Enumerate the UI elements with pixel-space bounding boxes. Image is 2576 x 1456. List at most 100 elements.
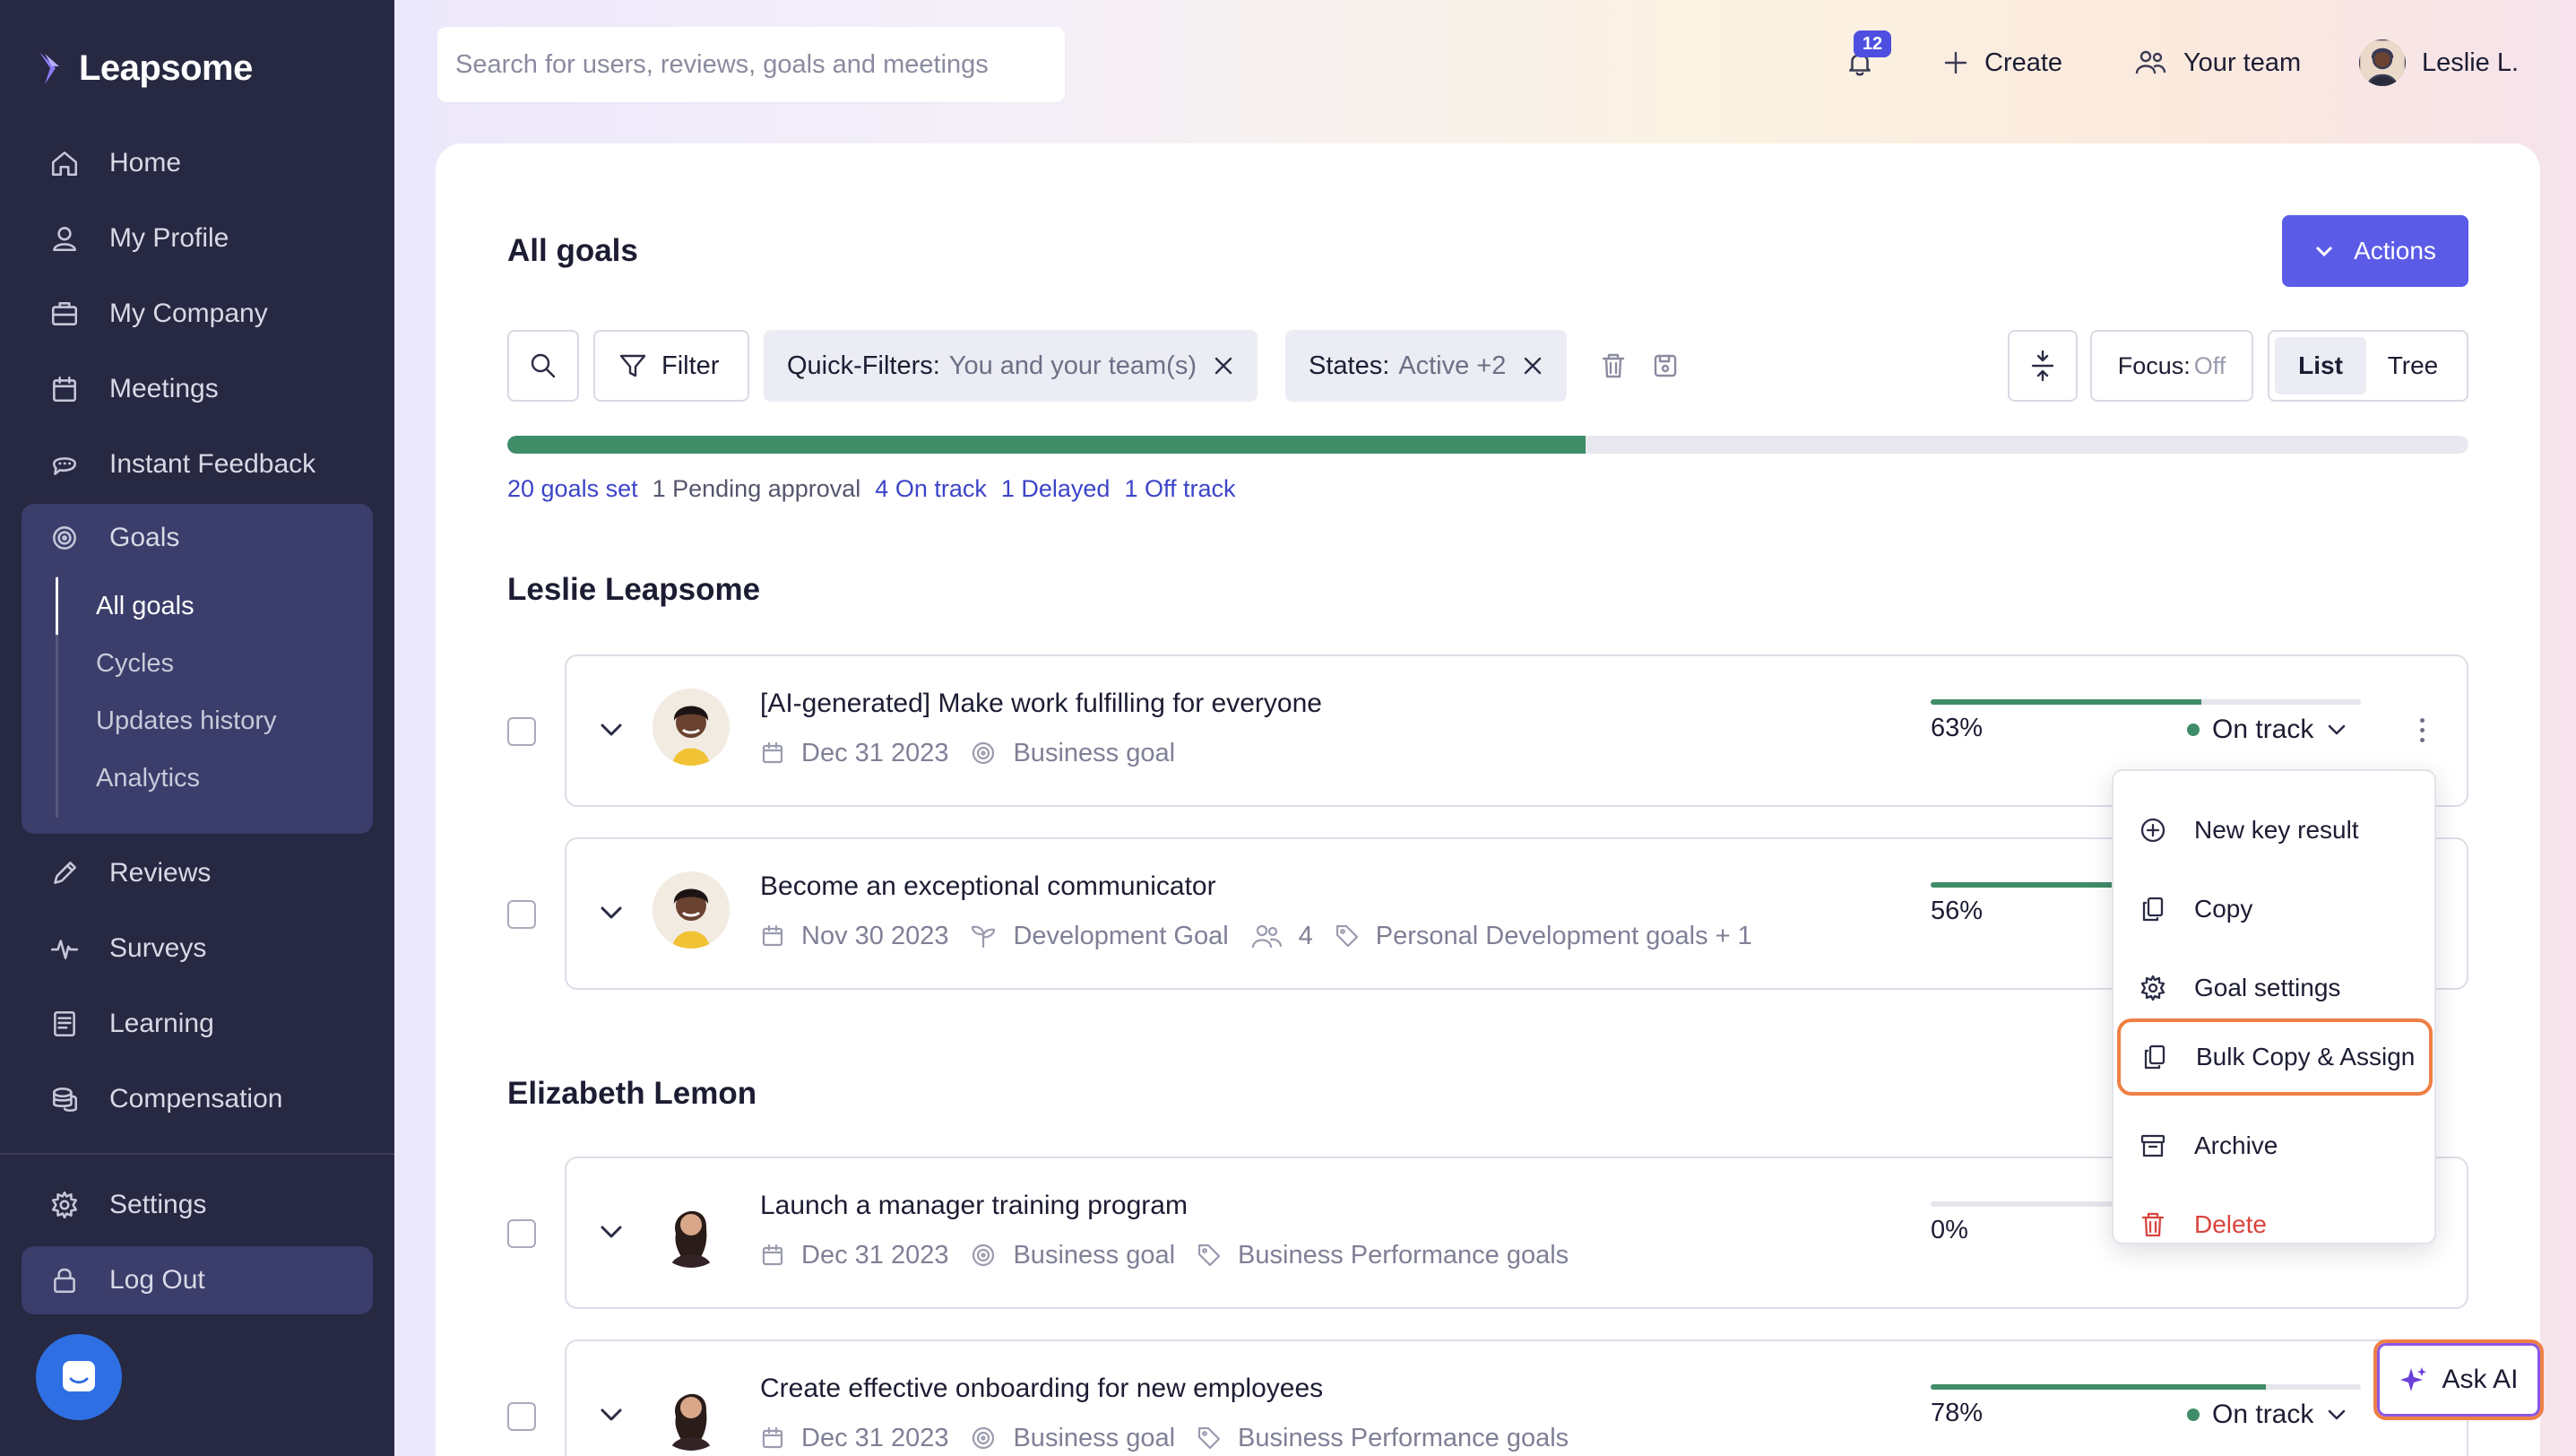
expand-chevron-icon[interactable] bbox=[593, 1214, 629, 1250]
your-team-button[interactable]: Your team bbox=[2133, 34, 2301, 91]
sidebar-item-settings[interactable]: Settings bbox=[22, 1171, 373, 1239]
menu-copy[interactable]: Copy bbox=[2119, 873, 2429, 945]
goal-meta: Dec 31 2023 Business goal Business Perfo… bbox=[760, 1237, 1569, 1273]
chevron-down-icon bbox=[2329, 1409, 2346, 1420]
sidebar-item-compensation[interactable]: Compensation bbox=[22, 1065, 373, 1133]
sidebar-item-log-out[interactable]: Log Out bbox=[22, 1246, 373, 1314]
goal-progress-percent: 78% bbox=[1931, 1399, 1984, 1427]
owner-heading: Leslie Leapsome bbox=[507, 572, 761, 607]
sidebar-item-home[interactable]: Home bbox=[22, 129, 373, 197]
stat-delayed[interactable]: 1 Delayed bbox=[1001, 475, 1111, 511]
sidebar: Leapsome Home My Profile My Company Meet… bbox=[0, 0, 394, 1456]
sidebar-item-reviews[interactable]: Reviews bbox=[22, 839, 373, 907]
goal-meta: Dec 31 2023 Business goal Business Perfo… bbox=[760, 1420, 1569, 1456]
participant-count: 4 bbox=[1298, 921, 1313, 950]
goal-checkbox[interactable] bbox=[507, 1402, 536, 1431]
actions-button[interactable]: Actions bbox=[2282, 215, 2468, 287]
sprout-icon bbox=[972, 925, 996, 949]
gear-icon bbox=[2140, 975, 2165, 1001]
menu-archive[interactable]: Archive bbox=[2119, 1110, 2429, 1182]
calendar-icon bbox=[762, 924, 783, 947]
close-icon[interactable] bbox=[1213, 355, 1234, 377]
quick-filters-chip[interactable]: Quick-Filters: You and your team(s) bbox=[764, 330, 1258, 402]
expand-collapse-button[interactable] bbox=[2008, 330, 2078, 402]
owner-heading: Elizabeth Lemon bbox=[507, 1076, 757, 1111]
goal-status-dropdown[interactable]: On track bbox=[2187, 1397, 2347, 1433]
sidebar-item-learning[interactable]: Learning bbox=[22, 990, 373, 1058]
brand-logo[interactable]: Leapsome bbox=[36, 41, 253, 95]
goal-title[interactable]: [AI-generated] Make work fulfilling for … bbox=[760, 689, 1322, 719]
user-name-label: Leslie L. bbox=[2422, 48, 2520, 77]
sidebar-item-meetings[interactable]: Meetings bbox=[22, 355, 373, 423]
sidebar-item-instant-feedback[interactable]: Instant Feedback bbox=[22, 430, 373, 498]
goal-type: Business goal bbox=[1013, 1423, 1176, 1452]
brand-name: Leapsome bbox=[79, 48, 253, 88]
sidebar-item-label: My Company bbox=[109, 299, 268, 328]
owner-avatar bbox=[653, 1374, 730, 1451]
menu-new-key-result[interactable]: New key result bbox=[2119, 794, 2429, 866]
stat-on-track[interactable]: 4 On track bbox=[875, 475, 987, 511]
close-icon[interactable] bbox=[1522, 355, 1543, 377]
expand-chevron-icon[interactable] bbox=[593, 1397, 629, 1433]
goal-title[interactable]: Create effective onboarding for new empl… bbox=[760, 1374, 1323, 1404]
plus-icon bbox=[1944, 51, 1967, 74]
expand-chevron-icon[interactable] bbox=[593, 895, 629, 931]
subnav-analytics[interactable]: Analytics bbox=[58, 750, 345, 807]
sparkle-icon bbox=[2400, 1367, 2427, 1391]
chat-icon bbox=[63, 1361, 95, 1391]
page-title: All goals bbox=[507, 233, 638, 268]
menu-item-label: Delete bbox=[2194, 1210, 2267, 1238]
pulse-icon bbox=[47, 931, 82, 966]
goal-checkbox[interactable] bbox=[507, 1219, 536, 1248]
goal-search-button[interactable] bbox=[507, 330, 579, 402]
stat-off-track[interactable]: 1 Off track bbox=[1124, 475, 1235, 511]
states-chip[interactable]: States: Active +2 bbox=[1285, 330, 1568, 402]
calendar-icon bbox=[762, 1244, 783, 1266]
target-icon bbox=[972, 1426, 995, 1450]
view-list-option[interactable]: List bbox=[2275, 337, 2366, 394]
sidebar-item-goals[interactable]: Goals bbox=[22, 504, 373, 572]
support-chat-button[interactable] bbox=[36, 1334, 122, 1420]
filter-label: Filter bbox=[661, 351, 720, 380]
goal-checkbox[interactable] bbox=[507, 900, 536, 929]
expand-chevron-icon[interactable] bbox=[593, 712, 629, 748]
sidebar-item-my-company[interactable]: My Company bbox=[22, 280, 373, 348]
ask-ai-button[interactable]: Ask AI bbox=[2373, 1339, 2544, 1420]
goal-title[interactable]: Launch a manager training program bbox=[760, 1191, 1188, 1221]
trash-icon bbox=[2141, 1212, 2165, 1237]
view-tree-option[interactable]: Tree bbox=[2366, 337, 2459, 394]
sidebar-item-label: Reviews bbox=[109, 858, 212, 888]
filter-icon bbox=[619, 354, 646, 377]
menu-delete[interactable]: Delete bbox=[2119, 1189, 2429, 1261]
subnav-all-goals[interactable]: All goals bbox=[56, 577, 342, 635]
global-search-input[interactable]: Search for users, reviews, goals and mee… bbox=[437, 27, 1065, 102]
focus-key: Focus: bbox=[2117, 351, 2191, 379]
focus-value: Off bbox=[2193, 351, 2226, 379]
sidebar-item-label: Goals bbox=[109, 523, 180, 552]
goals-nav-group: Goals All goals Cycles Updates history A… bbox=[22, 504, 373, 834]
stat-goals-set[interactable]: 20 goals set bbox=[507, 475, 638, 511]
goal-checkbox[interactable] bbox=[507, 717, 536, 746]
focus-toggle[interactable]: Focus: Off bbox=[2090, 330, 2253, 402]
goal-progress-bar bbox=[1931, 1384, 2361, 1390]
subnav-cycles[interactable]: Cycles bbox=[58, 635, 345, 692]
clear-filters-button[interactable] bbox=[1597, 330, 1629, 402]
menu-goal-settings[interactable]: Goal settings bbox=[2119, 952, 2429, 1024]
goal-title[interactable]: Become an exceptional communicator bbox=[760, 871, 1216, 902]
menu-bulk-copy-assign[interactable]: Bulk Copy & Assign bbox=[2117, 1018, 2433, 1096]
goal-row[interactable]: Create effective onboarding for new empl… bbox=[565, 1339, 2468, 1456]
user-menu-button[interactable]: Leslie L. bbox=[2359, 34, 2519, 91]
target-icon bbox=[972, 1244, 995, 1267]
subnav-updates-history[interactable]: Updates history bbox=[58, 692, 345, 750]
actions-label: Actions bbox=[2354, 237, 2436, 264]
goal-status-dropdown[interactable]: On track bbox=[2187, 712, 2347, 748]
more-options-icon[interactable] bbox=[2404, 708, 2440, 751]
book-icon bbox=[47, 1006, 82, 1042]
sidebar-item-surveys[interactable]: Surveys bbox=[22, 914, 373, 983]
filter-button[interactable]: Filter bbox=[593, 330, 749, 402]
team-icon bbox=[2135, 50, 2166, 74]
sidebar-item-my-profile[interactable]: My Profile bbox=[22, 204, 373, 273]
archive-icon bbox=[2140, 1134, 2165, 1157]
create-button[interactable]: Create bbox=[1943, 34, 2062, 91]
save-filters-button[interactable] bbox=[1649, 330, 1681, 402]
